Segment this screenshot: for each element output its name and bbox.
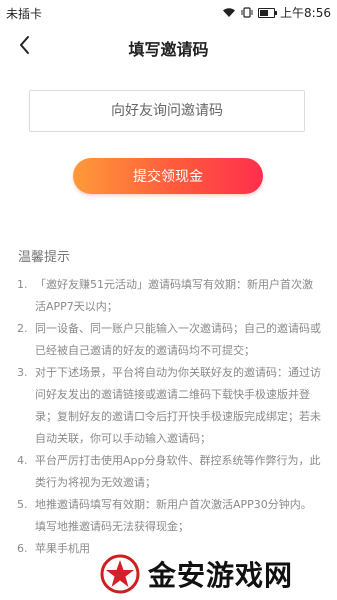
top-nav: 填写邀请码 — [0, 26, 337, 66]
carrier-label: 未插卡 — [6, 7, 43, 21]
invite-code-input[interactable] — [29, 90, 305, 132]
back-arrow-icon[interactable] — [14, 32, 38, 58]
watermark: 金安游戏网 — [94, 547, 337, 600]
tips-list: 1. 「邀好友赚51元活动」邀请码填写有效期：新用户首次激活APP7天以内； 2.… — [17, 274, 322, 560]
tip-item: 3. 对于下述场景，平台将自动为你关联好友的邀请码：通过访问好友发出的邀请链接或邀… — [17, 366, 321, 445]
vibrate-icon — [241, 7, 253, 18]
watermark-text: 金安游戏网 — [148, 558, 294, 592]
submit-button[interactable]: 提交领现金 — [73, 158, 263, 194]
battery-icon — [258, 7, 278, 18]
status-bar: 未插卡 上午8:56 — [0, 0, 337, 24]
tips-title: 温馨提示 — [18, 250, 71, 265]
status-icons: 上午8:56 — [222, 4, 331, 21]
status-time: 上午8:56 — [280, 6, 331, 20]
tip-item: 2. 同一设备、同一账户只能输入一次邀请码；自己的邀请码或已经被自己邀请的好友的邀… — [17, 322, 321, 357]
battery-fill — [260, 9, 268, 16]
page-title: 填写邀请码 — [128, 40, 209, 59]
star-logo-icon — [100, 554, 140, 593]
wifi-icon — [223, 8, 236, 17]
tip-item: 4. 平台严厉打击使用App分身软件、群控系统等作弊行为，此类行为将视为无效邀请； — [17, 454, 321, 489]
tip-item: 5. 地推邀请码填写有效期：新用户首次激活APP30分钟内。填写地推邀请码无法获得… — [17, 498, 312, 533]
tip-item: 1. 「邀好友赚51元活动」邀请码填写有效期：新用户首次激活APP7天以内； — [17, 278, 313, 313]
